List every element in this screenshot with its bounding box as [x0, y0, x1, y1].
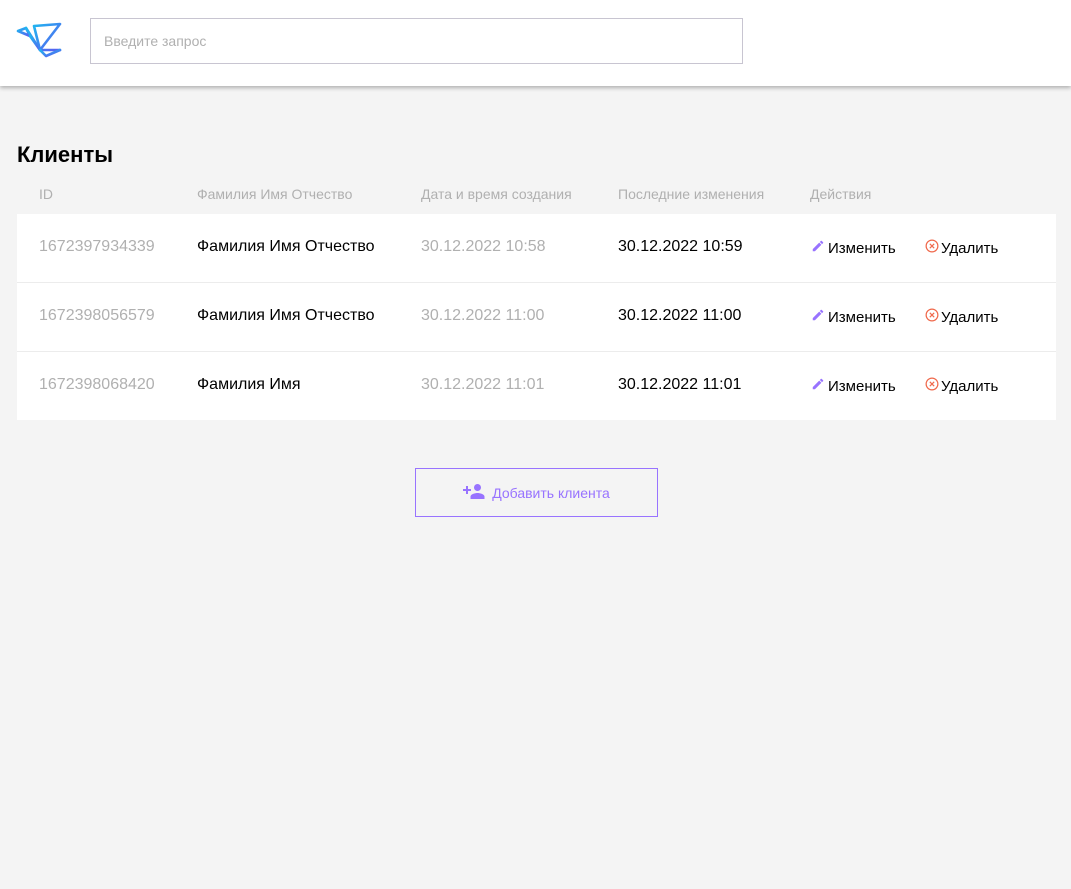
table-row: 1672397934339 Фамилия Имя Отчество 30.12…: [17, 214, 1056, 283]
edit-label: Изменить: [828, 377, 896, 395]
circle-x-icon: [925, 239, 941, 257]
table-row: 1672398068420 Фамилия Имя 30.12.2022 11:…: [17, 352, 1056, 420]
client-created: 30.12.2022 11:01: [421, 376, 545, 393]
page-title: Клиенты: [17, 142, 114, 167]
add-client-label: Добавить клиента: [492, 484, 610, 501]
add-client-button[interactable]: Добавить клиента: [415, 468, 658, 517]
circle-x-icon: [925, 308, 941, 326]
table-header: ID Фамилия Имя Отчество Дата и время соз…: [17, 186, 1056, 204]
clients-table: 1672397934339 Фамилия Имя Отчество 30.12…: [17, 214, 1056, 420]
column-header-updated: Последние изменения: [618, 186, 765, 202]
pencil-icon: [811, 377, 828, 395]
table-row: 1672398056579 Фамилия Имя Отчество 30.12…: [17, 283, 1056, 352]
client-updated: 30.12.2022 10:59: [618, 238, 743, 255]
edit-button[interactable]: Изменить: [811, 377, 896, 395]
delete-button[interactable]: Удалить: [925, 239, 998, 257]
delete-button[interactable]: Удалить: [925, 308, 998, 326]
client-updated: 30.12.2022 11:01: [618, 376, 742, 393]
top-bar: [0, 0, 1071, 86]
client-name: Фамилия Имя Отчество: [197, 307, 375, 324]
circle-x-icon: [925, 377, 941, 395]
add-user-icon: [463, 483, 492, 502]
client-id: 1672398056579: [39, 307, 155, 324]
client-name: Фамилия Имя Отчество: [197, 238, 375, 255]
edit-label: Изменить: [828, 308, 896, 326]
delete-button[interactable]: Удалить: [925, 377, 998, 395]
client-created: 30.12.2022 11:00: [421, 307, 545, 324]
pencil-icon: [811, 239, 828, 257]
client-created: 30.12.2022 10:58: [421, 238, 546, 255]
search-input[interactable]: [90, 18, 743, 64]
pencil-icon: [811, 308, 828, 326]
column-header-actions: Действия: [810, 186, 872, 202]
client-id: 1672398068420: [39, 376, 155, 393]
column-header-created[interactable]: Дата и время создания: [421, 186, 572, 202]
column-header-name[interactable]: Фамилия Имя Отчество: [197, 186, 352, 202]
edit-button[interactable]: Изменить: [811, 239, 896, 257]
edit-label: Изменить: [828, 239, 896, 257]
delete-label: Удалить: [941, 308, 999, 326]
origami-bird-logo-icon[interactable]: [16, 22, 64, 58]
edit-button[interactable]: Изменить: [811, 308, 896, 326]
delete-label: Удалить: [941, 377, 999, 395]
client-id: 1672397934339: [39, 238, 155, 255]
client-name: Фамилия Имя: [197, 376, 301, 393]
delete-label: Удалить: [941, 239, 999, 257]
client-updated: 30.12.2022 11:00: [618, 307, 742, 324]
column-header-id[interactable]: ID: [39, 186, 53, 202]
